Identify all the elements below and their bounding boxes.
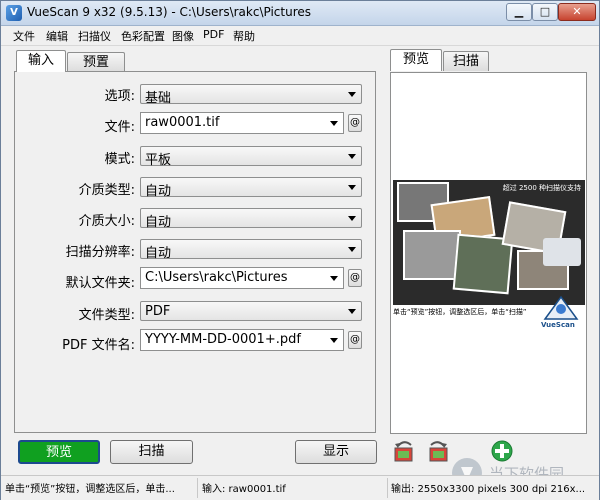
title-bar[interactable]: V VueScan 9 x32 (9.5.13) - C:\Users\rakc… [1,1,599,26]
media-size-value: 自动 [145,215,172,230]
mode-label: 模式: [104,152,135,167]
maximize-icon: □ [539,5,551,18]
chevron-down-icon [330,121,338,126]
pdf-filename-value: YYYY-MM-DD-0001+.pdf [145,332,301,347]
close-button[interactable]: ✕ [558,3,596,21]
status-output: 输出: 2550x3300 pixels 300 dpi 216x... [391,484,586,495]
default-folder-label: 默认文件夹: [65,276,135,291]
rotate-right-icon[interactable] [426,439,450,463]
status-hint: 单击“预览”按钮，调整选区后，单击... [5,484,175,495]
default-folder-value: C:\Users\rakc\Pictures [145,270,288,285]
file-type-value: PDF [145,304,171,319]
file-type-select[interactable]: PDF [140,301,362,321]
display-button[interactable]: 显示 [295,440,377,464]
default-folder-variables-button[interactable]: @ [348,269,362,287]
vuescan-logo-text: VueScan [541,321,575,329]
close-icon: ✕ [572,5,582,18]
preview-image: 超过 2500 种扫描仪支持 [393,180,585,305]
scan-resolution-value: 自动 [145,246,172,261]
file-value: raw0001.tif [145,115,220,130]
file-type-label: 文件类型: [78,308,135,323]
menu-pdf[interactable]: PDF [203,28,224,41]
vuescan-app-icon: V [6,5,22,21]
menu-image[interactable]: 图像 [172,28,194,44]
scan-button[interactable]: 扫描 [110,440,193,464]
status-separator [387,478,388,498]
app-window: V VueScan 9 x32 (9.5.13) - C:\Users\rakc… [0,0,600,500]
status-bar: 单击“预览”按钮，调整选区后，单击... 输入: raw0001.tif 输出:… [1,475,599,500]
rotate-left-icon[interactable] [392,439,416,463]
chevron-down-icon [348,247,356,252]
preview-button[interactable]: 预览 [18,440,100,464]
chevron-down-icon [348,92,356,97]
media-type-select[interactable]: 自动 [140,177,362,199]
chevron-down-icon [348,216,356,221]
pdf-filename-label: PDF 文件名: [62,338,135,353]
maximize-button[interactable]: □ [532,3,558,21]
options-select[interactable]: 基础 [140,84,362,106]
menu-scanner[interactable]: 扫描仪 [78,28,111,44]
file-input[interactable]: raw0001.tif [140,112,344,134]
menu-edit[interactable]: 编辑 [46,28,68,44]
file-label: 文件: [104,120,135,135]
chevron-down-icon [348,185,356,190]
mode-select[interactable]: 平板 [140,146,362,168]
tab-preset[interactable]: 预置 [67,52,125,72]
vuescan-logo-icon [543,295,579,320]
tab-scan[interactable]: 扫描 [443,51,489,71]
default-folder-input[interactable]: C:\Users\rakc\Pictures [140,267,344,289]
scanner-device [543,238,581,266]
minimize-icon: ▁ [514,5,524,18]
media-size-select[interactable]: 自动 [140,208,362,230]
menu-file[interactable]: 文件 [13,28,35,44]
media-size-label: 介质大小: [78,214,135,229]
mode-value: 平板 [145,153,172,168]
scan-resolution-label: 扫描分辨率: [65,245,135,260]
scan-resolution-select[interactable]: 自动 [140,239,362,261]
chevron-down-icon [348,154,356,159]
options-label: 选项: [104,89,135,104]
preview-area[interactable]: 超过 2500 种扫描仪支持 单击“预览”按钮，调整选区后，单击“扫描” Vue… [390,72,587,434]
photo-thumb [403,230,461,280]
tab-input[interactable]: 输入 [16,50,66,72]
media-type-label: 介质类型: [78,183,135,198]
options-value: 基础 [145,91,172,106]
menu-color-profile[interactable]: 色彩配置 [121,28,165,44]
media-type-value: 自动 [145,184,172,199]
chevron-down-icon [348,309,356,314]
tab-preview[interactable]: 预览 [390,49,442,71]
preview-caption: 单击“预览”按钮，调整选区后，单击“扫描” [393,308,527,316]
file-variables-button[interactable]: @ [348,114,362,132]
window-title: VueScan 9 x32 (9.5.13) - C:\Users\rakc\P… [27,5,312,19]
pdf-filename-variables-button[interactable]: @ [348,331,362,349]
menu-help[interactable]: 帮助 [233,28,255,44]
minimize-button[interactable]: ▁ [506,3,532,21]
chevron-down-icon [330,338,338,343]
chevron-down-icon [330,276,338,281]
status-input: 输入: raw0001.tif [202,484,286,495]
preview-banner: 超过 2500 种扫描仪支持 [502,184,581,192]
pdf-filename-input[interactable]: YYYY-MM-DD-0001+.pdf [140,329,344,351]
status-separator [197,478,198,498]
menu-bar: 文件 编辑 扫描仪 色彩配置 图像 PDF 帮助 [1,26,599,46]
